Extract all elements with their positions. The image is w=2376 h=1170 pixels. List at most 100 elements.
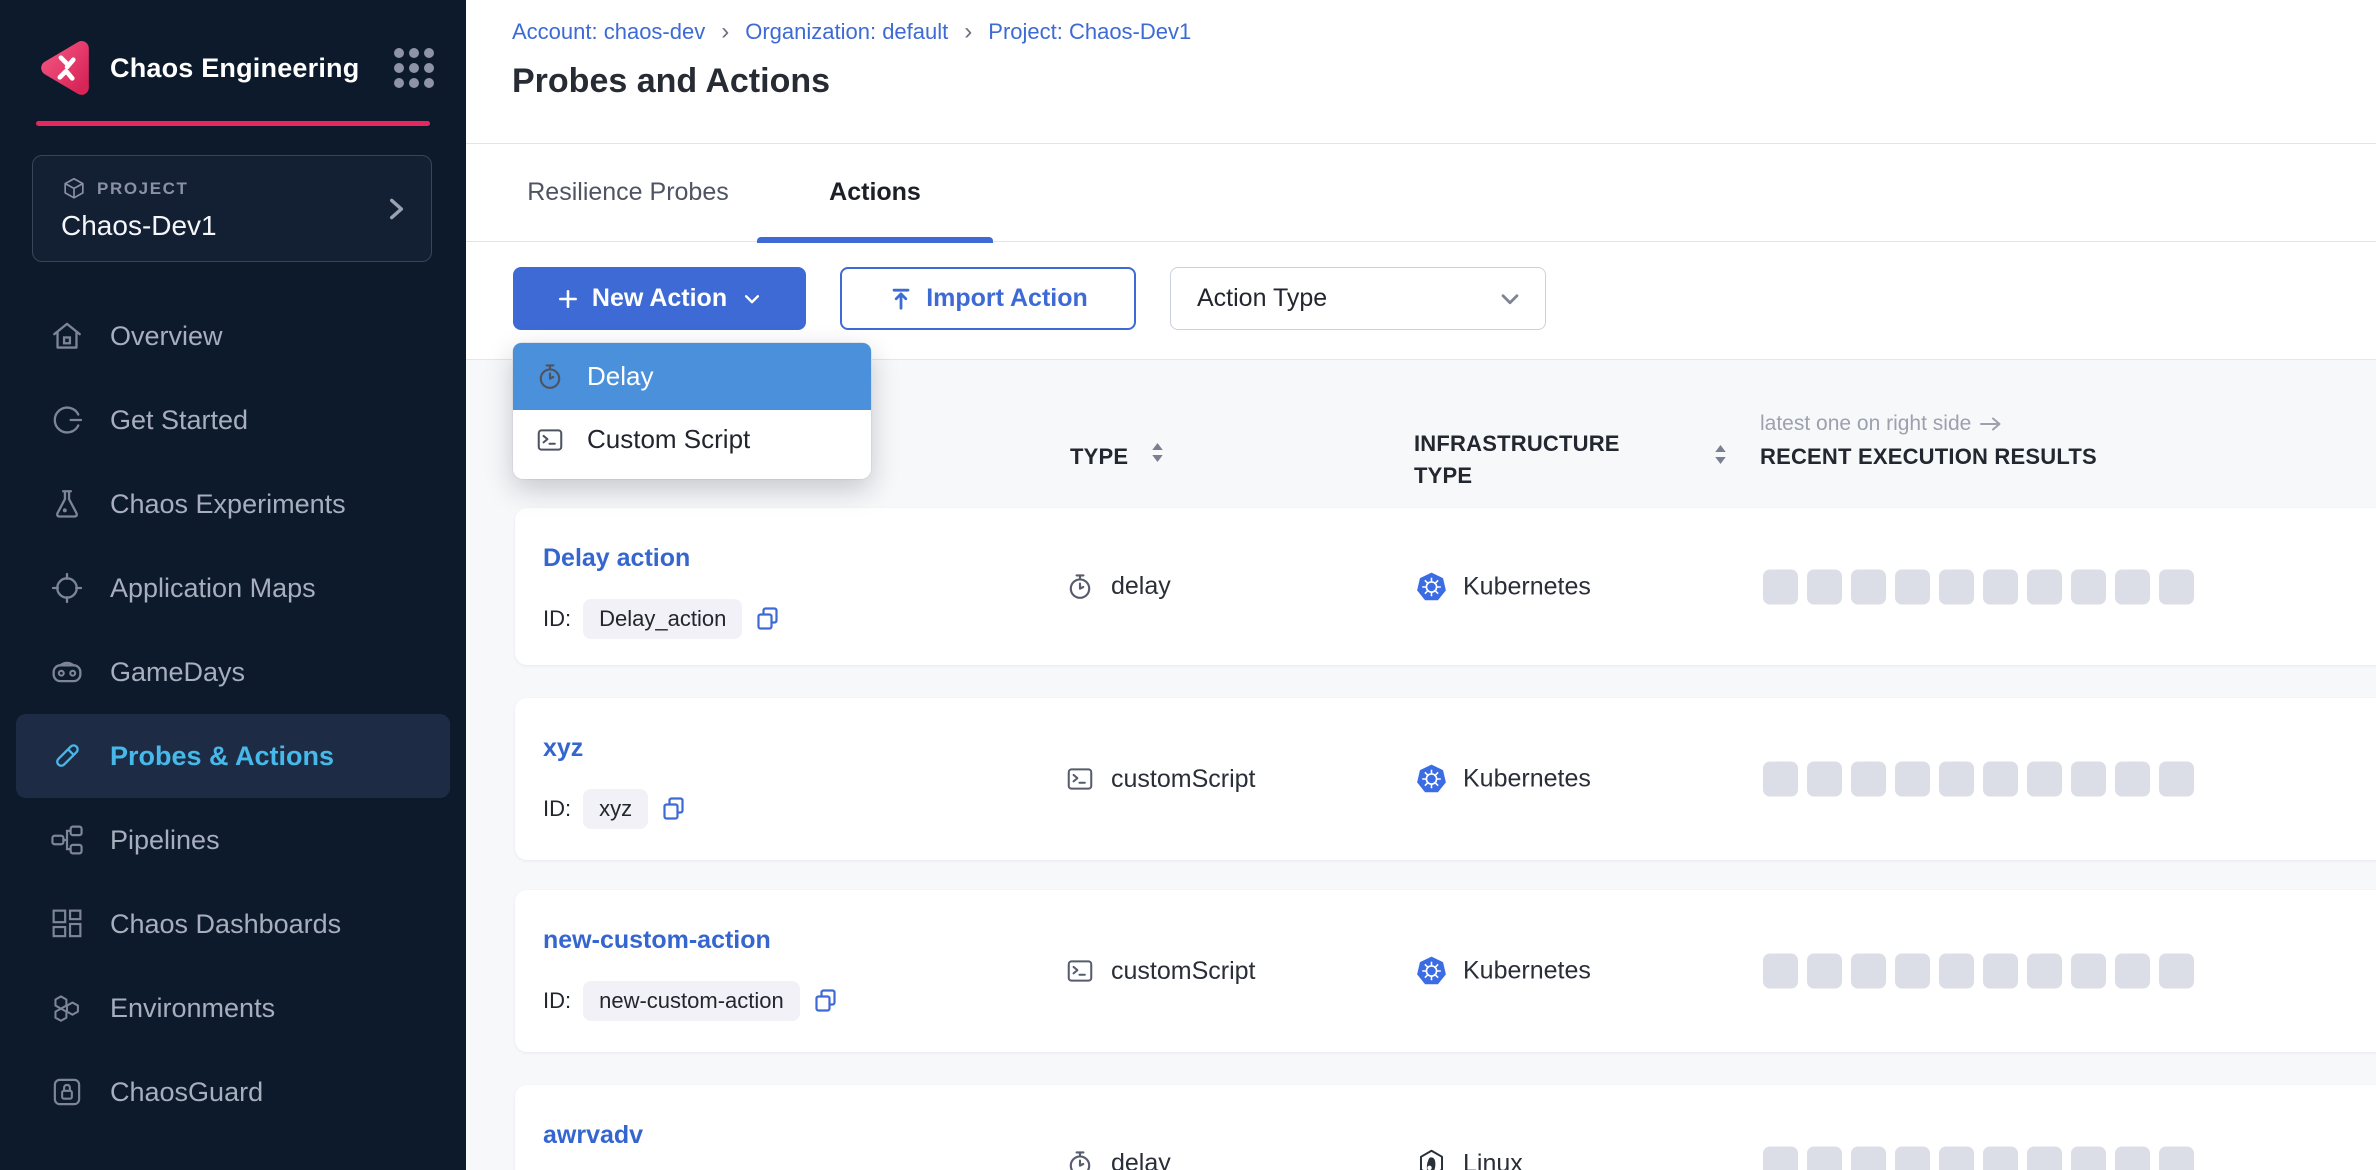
execution-result-placeholder (1895, 1146, 1930, 1170)
module-switcher-icon[interactable] (394, 48, 434, 88)
actions-table: TYPE INFRASTRUCTURE TYPE latest one on r… (466, 360, 2376, 1170)
recent-execution-results (1763, 1146, 2194, 1170)
sidebar-item-pipelines[interactable]: Pipelines (16, 798, 450, 882)
execution-result-placeholder (2071, 954, 2106, 989)
action-type-filter[interactable]: Action Type (1170, 267, 1546, 330)
tab-actions[interactable]: Actions (757, 143, 993, 242)
execution-result-placeholder (1939, 954, 1974, 989)
sidebar-item-probes-actions[interactable]: Probes & Actions (16, 714, 450, 798)
column-header-type[interactable]: TYPE (1070, 444, 1128, 470)
execution-result-placeholder (1807, 954, 1842, 989)
execution-result-placeholder (2071, 1146, 2106, 1170)
execution-result-placeholder (2159, 569, 2194, 604)
execution-result-placeholder (1983, 762, 2018, 797)
action-row[interactable]: new-custom-action ID: new-custom-action … (515, 890, 2376, 1052)
sidebar-item-get-started[interactable]: Get Started (16, 378, 450, 462)
execution-result-placeholder (1895, 762, 1930, 797)
sidebar-item-chaosguard[interactable]: ChaosGuard (16, 1050, 450, 1134)
execution-result-placeholder (2071, 569, 2106, 604)
action-row[interactable]: Delay action ID: Delay_action delay Kube… (515, 508, 2376, 665)
new-action-menu: Delay Custom Script (513, 343, 871, 479)
action-name-link[interactable]: Delay action (543, 544, 690, 573)
copy-id-button[interactable] (754, 605, 782, 633)
test-tube-icon (50, 739, 84, 773)
tab-resilience-probes[interactable]: Resilience Probes (510, 143, 746, 242)
breadcrumb: Account: chaos-dev › Organization: default… (512, 18, 1191, 46)
chevron-right-icon (381, 194, 411, 224)
recent-execution-results (1763, 762, 2194, 797)
brand-accent-divider (36, 121, 430, 126)
new-action-button[interactable]: New Action (513, 267, 806, 330)
kubernetes-icon (1416, 764, 1447, 795)
sort-icon[interactable] (1713, 444, 1728, 465)
copy-id-button[interactable] (812, 987, 840, 1015)
execution-result-placeholder (2115, 762, 2150, 797)
sidebar-item-application-maps[interactable]: Application Maps (16, 546, 450, 630)
sidebar-item-chaos-dashboards[interactable]: Chaos Dashboards (16, 882, 450, 966)
sidebar-item-overview[interactable]: Overview (16, 294, 450, 378)
menu-item-delay[interactable]: Delay (513, 343, 871, 410)
action-name-link[interactable]: awrvadv (543, 1121, 643, 1150)
execution-result-placeholder (1895, 954, 1930, 989)
type-cell: customScript (1065, 764, 1255, 794)
infrastructure-cell: Kubernetes (1416, 956, 1591, 987)
chaos-engineering-logo-icon (36, 39, 94, 97)
execution-result-placeholder (2159, 1146, 2194, 1170)
id-prefix: ID: (543, 606, 571, 632)
menu-item-custom-script[interactable]: Custom Script (513, 410, 871, 469)
action-name-link[interactable]: xyz (543, 734, 583, 763)
terminal-icon (1065, 956, 1095, 986)
project-selector[interactable]: PROJECT Chaos-Dev1 (32, 155, 432, 262)
action-id-line: ID: Delay_action (543, 600, 782, 638)
copy-id-button[interactable] (660, 795, 688, 823)
breadcrumb-separator: › (964, 18, 972, 46)
project-name: Chaos-Dev1 (61, 210, 407, 242)
execution-result-placeholder (1851, 1146, 1886, 1170)
execution-result-placeholder (2027, 762, 2062, 797)
chevron-down-icon (1497, 286, 1523, 312)
execution-result-placeholder (1939, 762, 1974, 797)
action-row[interactable]: xyz ID: xyz customScript Kubernetes (515, 698, 2376, 860)
sidebar-item-environments[interactable]: Environments (16, 966, 450, 1050)
sidebar-item-gamedays[interactable]: GameDays (16, 630, 450, 714)
execution-result-placeholder (2115, 954, 2150, 989)
column-header-recent-execution-results: RECENT EXECUTION RESULTS (1760, 444, 2097, 470)
recent-execution-results (1763, 569, 2194, 604)
kubernetes-icon (1416, 956, 1447, 987)
column-header-infrastructure-type[interactable]: INFRASTRUCTURE TYPE (1414, 428, 1674, 492)
project-label: PROJECT (97, 179, 189, 199)
dashboard-icon (50, 907, 84, 941)
sort-icon[interactable] (1150, 442, 1165, 463)
breadcrumb-link[interactable]: Project: Chaos-Dev1 (988, 19, 1191, 45)
terminal-icon (535, 425, 565, 455)
execution-result-placeholder (1939, 1146, 1974, 1170)
arrow-right-icon (1979, 416, 2003, 432)
execution-result-placeholder (1807, 762, 1842, 797)
copy-icon (660, 795, 688, 823)
product-name: Chaos Engineering (110, 53, 394, 84)
action-row[interactable]: awrvadv delay Linux (515, 1085, 2376, 1170)
execution-result-placeholder (1983, 1146, 2018, 1170)
execution-result-placeholder (2027, 1146, 2062, 1170)
upload-icon (888, 286, 914, 312)
linux-icon (1416, 1148, 1447, 1170)
breadcrumb-link[interactable]: Organization: default (745, 19, 948, 45)
sidebar-item-chaos-experiments[interactable]: Chaos Experiments (16, 462, 450, 546)
home-icon (50, 319, 84, 353)
execution-result-placeholder (1983, 954, 2018, 989)
execution-result-placeholder (1807, 1146, 1842, 1170)
execution-result-placeholder (2027, 569, 2062, 604)
breadcrumb-link[interactable]: Account: chaos-dev (512, 19, 705, 45)
pipeline-icon (50, 823, 84, 857)
execution-result-placeholder (1895, 569, 1930, 604)
execution-result-placeholder (1807, 569, 1842, 604)
sidebar-nav: Overview Get Started Chaos Experiments A… (0, 294, 466, 1134)
tab-bar: Resilience Probes Actions (466, 143, 2376, 242)
execution-result-placeholder (2159, 954, 2194, 989)
execution-result-placeholder (1763, 762, 1798, 797)
import-action-button[interactable]: Import Action (840, 267, 1136, 330)
action-name-link[interactable]: new-custom-action (543, 926, 771, 955)
plus-icon (556, 287, 580, 311)
sidebar: Chaos Engineering PROJECT Chaos-Dev1 Ove… (0, 0, 466, 1170)
action-id: new-custom-action (583, 981, 800, 1021)
